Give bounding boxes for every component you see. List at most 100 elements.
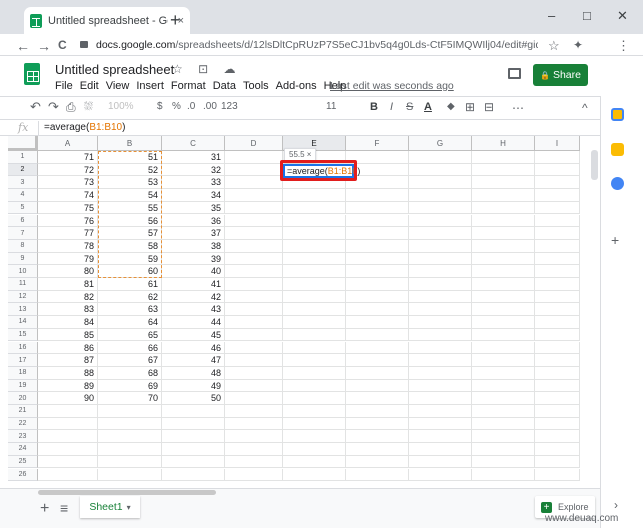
cell[interactable]: [535, 290, 580, 304]
cell[interactable]: [225, 430, 283, 444]
cell[interactable]: [98, 430, 162, 444]
cell[interactable]: [409, 239, 472, 253]
decrease-decimal-button[interactable]: .0: [187, 101, 195, 112]
borders-icon[interactable]: ⊞: [465, 100, 475, 114]
font-size-select[interactable]: 11: [326, 101, 336, 112]
cell[interactable]: [225, 303, 283, 317]
cell[interactable]: 34: [162, 189, 225, 202]
row-header-3[interactable]: 3: [8, 176, 38, 190]
cell[interactable]: [409, 468, 472, 482]
keep-icon[interactable]: [611, 143, 624, 156]
cell[interactable]: [472, 303, 535, 317]
cell[interactable]: [225, 252, 283, 266]
cell[interactable]: 84: [38, 316, 98, 329]
cell[interactable]: [535, 201, 580, 215]
cell[interactable]: [225, 278, 283, 291]
row-header-9[interactable]: 9: [8, 252, 38, 266]
cell[interactable]: [225, 443, 283, 456]
maximize-icon[interactable]: □: [583, 8, 591, 23]
row-header-18[interactable]: 18: [8, 366, 38, 380]
cell[interactable]: [472, 252, 535, 266]
row-header-7[interactable]: 7: [8, 227, 38, 240]
spreadsheet-grid[interactable]: A B C D E F G H I 1 71 51 31 2 72 52 32 3 73 53 33 4 74 54 34 5 75…: [8, 136, 600, 488]
cell[interactable]: [409, 151, 472, 164]
cell[interactable]: [346, 201, 409, 215]
zoom-select[interactable]: 100%: [108, 101, 134, 112]
row-header-15[interactable]: 15: [8, 328, 38, 342]
cell[interactable]: [346, 265, 409, 278]
cell[interactable]: [283, 417, 346, 431]
calendar-icon[interactable]: [611, 108, 624, 121]
cell[interactable]: [472, 201, 535, 215]
cell[interactable]: [225, 405, 283, 418]
cell[interactable]: [98, 405, 162, 418]
cell[interactable]: 39: [162, 252, 225, 266]
bold-button[interactable]: B: [370, 101, 378, 113]
cell[interactable]: 89: [38, 379, 98, 393]
cell[interactable]: [98, 455, 162, 469]
cell[interactable]: [409, 455, 472, 469]
cell[interactable]: [225, 316, 283, 329]
cell[interactable]: [535, 151, 580, 164]
cell[interactable]: [225, 392, 283, 405]
cell[interactable]: [346, 430, 409, 444]
cell[interactable]: 32: [162, 163, 225, 177]
back-icon[interactable]: ←: [16, 38, 30, 54]
column-header-c[interactable]: C: [162, 136, 225, 151]
cell[interactable]: 74: [38, 189, 98, 202]
row-header-16[interactable]: 16: [8, 341, 38, 355]
cell[interactable]: 31: [162, 151, 225, 164]
cell[interactable]: [472, 379, 535, 393]
merge-cells-icon[interactable]: ⊟: [484, 100, 494, 114]
cell[interactable]: 68: [98, 366, 162, 380]
cell[interactable]: [38, 417, 98, 431]
cell[interactable]: [346, 303, 409, 317]
cell[interactable]: [409, 354, 472, 367]
menu-edit[interactable]: Edit: [80, 80, 99, 92]
menu-insert[interactable]: Insert: [136, 80, 164, 92]
cell[interactable]: [38, 405, 98, 418]
cell[interactable]: [535, 252, 580, 266]
cell[interactable]: 72: [38, 163, 98, 177]
cell[interactable]: [409, 290, 472, 304]
cell[interactable]: [535, 328, 580, 342]
cell[interactable]: [472, 214, 535, 228]
cell[interactable]: [283, 443, 346, 456]
cell[interactable]: [535, 265, 580, 278]
cell[interactable]: [283, 214, 346, 228]
cell[interactable]: [346, 341, 409, 355]
cell[interactable]: 36: [162, 214, 225, 228]
share-button[interactable]: 🔒 Share: [533, 64, 588, 86]
cell[interactable]: [225, 455, 283, 469]
cell[interactable]: [283, 455, 346, 469]
cell[interactable]: [346, 328, 409, 342]
menu-file[interactable]: File: [55, 80, 73, 92]
collapse-menu-icon[interactable]: ^: [582, 101, 588, 115]
cell[interactable]: 87: [38, 354, 98, 367]
comments-icon[interactable]: [508, 68, 521, 79]
column-header-h[interactable]: H: [472, 136, 535, 151]
cell[interactable]: 38: [162, 239, 225, 253]
cell[interactable]: [346, 392, 409, 405]
vertical-scrollbar[interactable]: [591, 150, 598, 180]
cell[interactable]: 80: [38, 265, 98, 278]
row-header-19[interactable]: 19: [8, 379, 38, 393]
cell[interactable]: [409, 341, 472, 355]
fill-color-icon[interactable]: ◆: [447, 101, 455, 112]
cell[interactable]: 67: [98, 354, 162, 367]
menu-tools[interactable]: Tools: [243, 80, 269, 92]
cell[interactable]: [346, 252, 409, 266]
row-header-23[interactable]: 23: [8, 430, 38, 444]
cell[interactable]: [535, 341, 580, 355]
cell[interactable]: [225, 341, 283, 355]
cell[interactable]: 44: [162, 316, 225, 329]
cell[interactable]: 86: [38, 341, 98, 355]
cell[interactable]: [283, 189, 346, 202]
row-header-1[interactable]: 1: [8, 151, 38, 164]
cell[interactable]: 42: [162, 290, 225, 304]
cell[interactable]: [346, 443, 409, 456]
sheets-logo-icon[interactable]: [24, 63, 40, 85]
row-header-24[interactable]: 24: [8, 443, 38, 456]
column-header-f[interactable]: F: [346, 136, 409, 151]
cell[interactable]: [346, 455, 409, 469]
